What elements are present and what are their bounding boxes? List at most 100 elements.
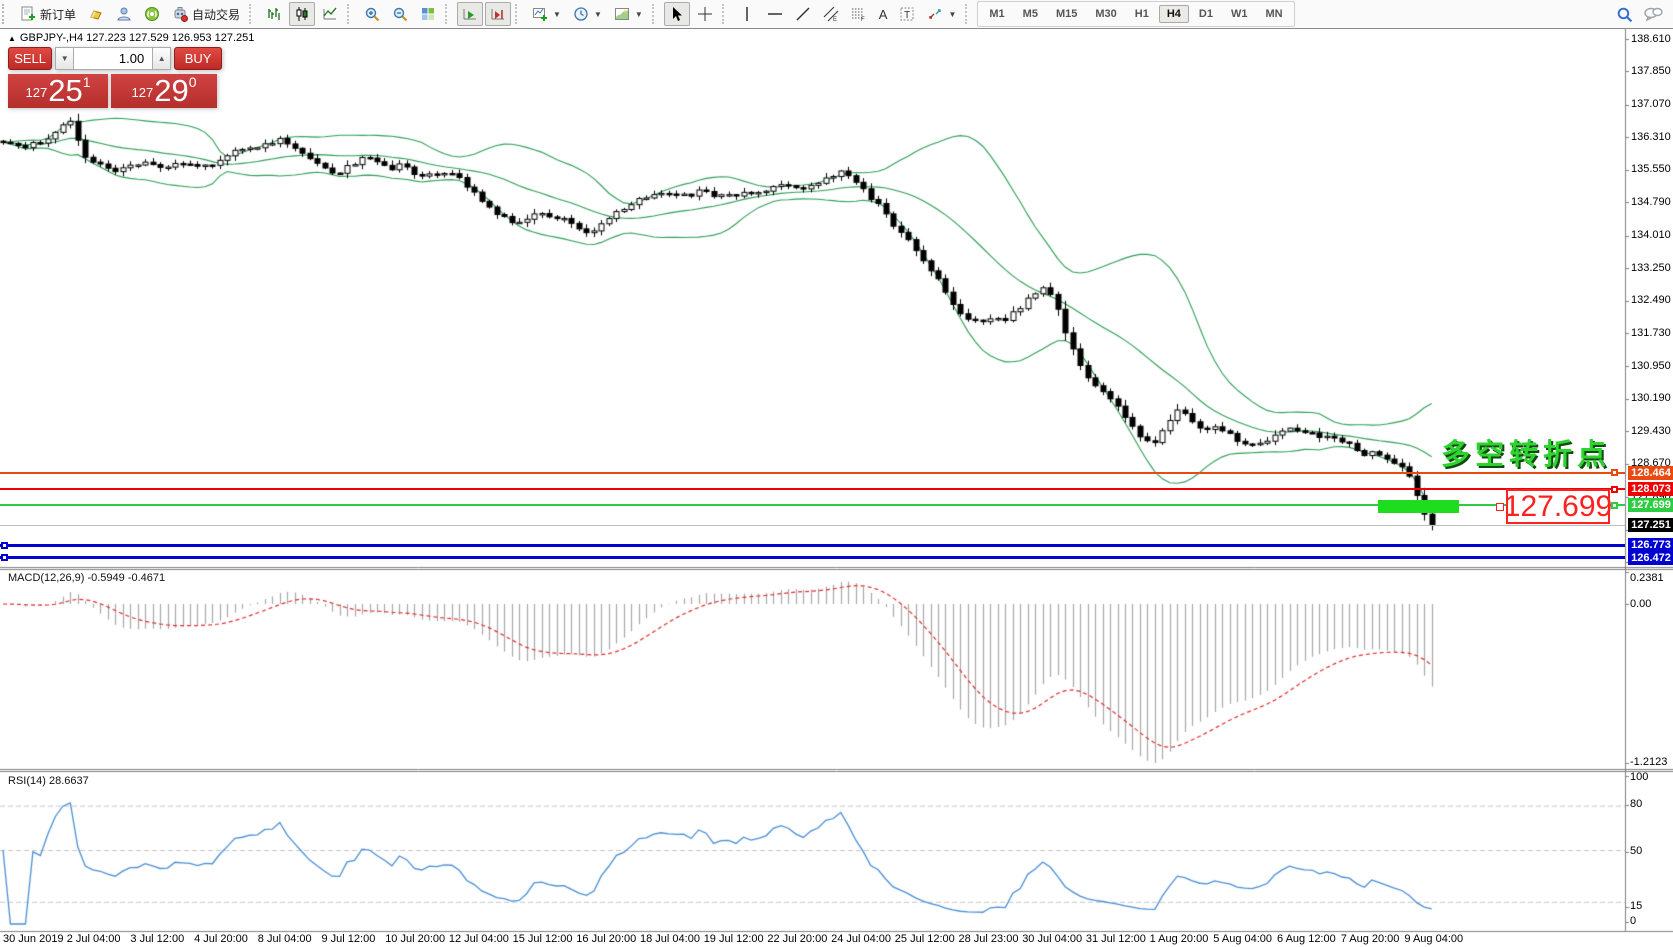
- bar-chart-icon: [266, 6, 282, 22]
- volume-stepper: ▼ 1.00 ▲: [55, 47, 171, 70]
- callout-anchor-handle[interactable]: [1496, 503, 1504, 511]
- rsi-scale-label: 0: [1630, 915, 1636, 927]
- line-chart-button[interactable]: [317, 2, 343, 26]
- auto-scroll-button[interactable]: [457, 2, 483, 26]
- text-label-icon: T: [899, 6, 915, 22]
- time-axis-label: 22 Jul 20:00: [767, 933, 827, 945]
- rsi-title: RSI(14) 28.6637: [8, 775, 89, 787]
- time-axis-label: 5 Aug 04:00: [1213, 933, 1272, 945]
- chart-annotation-text[interactable]: 多空转折点: [1441, 431, 1611, 473]
- price-tick-label: 129.430: [1631, 425, 1671, 437]
- sell-price-sup: 1: [83, 75, 91, 89]
- toolbar: 新订单 自动交易: [0, 0, 1673, 29]
- buy-button[interactable]: BUY: [174, 47, 222, 70]
- buy-price-big: 29: [154, 75, 188, 106]
- horizontal-level-line[interactable]: [0, 556, 1625, 559]
- timeframe-w1[interactable]: W1: [1223, 5, 1256, 23]
- vertical-line-tool[interactable]: [734, 2, 760, 26]
- line-handle[interactable]: [1, 554, 8, 561]
- horizontal-level-line[interactable]: [0, 472, 1625, 474]
- price-tick-label: 137.850: [1631, 65, 1671, 77]
- arrows-icon: [927, 6, 943, 22]
- search-icon[interactable]: [1616, 6, 1633, 23]
- collapse-panel-icon[interactable]: ▲: [8, 34, 16, 43]
- auto-scroll-icon: [462, 6, 478, 22]
- data-window-button[interactable]: [111, 2, 137, 26]
- timeframe-d1[interactable]: D1: [1191, 5, 1221, 23]
- timeframe-m1[interactable]: M1: [981, 5, 1012, 23]
- new-order-button[interactable]: 新订单: [15, 2, 81, 26]
- price-tick-label: 134.790: [1631, 196, 1671, 208]
- volume-input[interactable]: 1.00: [74, 47, 152, 70]
- highlight-rectangle[interactable]: [1378, 500, 1459, 513]
- text-label-tool[interactable]: T: [894, 2, 920, 26]
- autotrading-button[interactable]: 自动交易: [167, 2, 245, 26]
- line-chart-icon: [322, 6, 338, 22]
- trendline-icon: [795, 6, 811, 22]
- text-tool[interactable]: A: [874, 2, 893, 26]
- fibonacci-tool[interactable]: F: [846, 2, 872, 26]
- rsi-scale-label: 100: [1630, 771, 1648, 783]
- time-axis-label: 18 Jul 04:00: [640, 933, 700, 945]
- sell-price-big: 25: [48, 75, 82, 106]
- sell-button[interactable]: SELL: [8, 47, 52, 70]
- timeframe-m5[interactable]: M5: [1015, 5, 1046, 23]
- market-watch-button[interactable]: [83, 2, 109, 26]
- symbol-info: ▲GBPJPY-,H4 127.223 127.529 126.953 127.…: [8, 32, 254, 44]
- dropdown-caret: ▼: [948, 10, 956, 19]
- level-price-label: 126.472: [1628, 551, 1673, 565]
- toolbar-grip[interactable]: [2, 4, 11, 24]
- timeframe-mn[interactable]: MN: [1257, 5, 1290, 23]
- text-tool-glyph: A: [879, 7, 888, 22]
- indicators-button[interactable]: ▼: [527, 2, 566, 26]
- horizontal-level-line[interactable]: [0, 488, 1625, 490]
- dropdown-caret: ▼: [594, 10, 602, 19]
- buy-price-box[interactable]: 127290: [111, 74, 217, 108]
- chat-icon[interactable]: [1643, 6, 1663, 22]
- new-order-icon: [20, 6, 36, 22]
- crosshair-tool-button[interactable]: [692, 2, 718, 26]
- zoom-out-button[interactable]: [387, 2, 413, 26]
- equidistant-channel-tool[interactable]: E: [818, 2, 844, 26]
- fibonacci-icon: F: [851, 6, 867, 22]
- current-price-line: [0, 525, 1625, 526]
- dropdown-caret: ▼: [635, 10, 643, 19]
- cursor-tool-button[interactable]: [664, 2, 690, 26]
- trendline-tool[interactable]: [790, 2, 816, 26]
- indicators-icon: [532, 6, 548, 22]
- zoom-in-button[interactable]: [359, 2, 385, 26]
- chart-shift-button[interactable]: [485, 2, 511, 26]
- timeframe-h4[interactable]: H4: [1159, 5, 1189, 23]
- templates-button[interactable]: ▼: [609, 2, 648, 26]
- volume-decrease-button[interactable]: ▼: [55, 47, 74, 70]
- bar-chart-button[interactable]: [261, 2, 287, 26]
- chart-shift-icon: [490, 6, 506, 22]
- vertical-line-icon: [739, 6, 755, 22]
- arrows-tool[interactable]: ▼: [922, 2, 961, 26]
- volume-increase-button[interactable]: ▲: [152, 47, 171, 70]
- signals-button[interactable]: [139, 2, 165, 26]
- tile-windows-icon: [420, 6, 436, 22]
- line-handle[interactable]: [1611, 469, 1618, 476]
- horizontal-level-line[interactable]: [0, 544, 1625, 547]
- periods-button[interactable]: ▼: [568, 2, 607, 26]
- timeframe-m30[interactable]: M30: [1087, 5, 1124, 23]
- dropdown-caret: ▼: [553, 10, 561, 19]
- time-axis-label: 3 Jul 12:00: [130, 933, 184, 945]
- line-handle[interactable]: [1, 542, 8, 549]
- template-icon: [614, 6, 630, 22]
- time-axis-label: 30 Jul 04:00: [1022, 933, 1082, 945]
- tile-windows-button[interactable]: [415, 2, 441, 26]
- timeframe-h1[interactable]: H1: [1127, 5, 1157, 23]
- time-axis-label: 9 Aug 04:00: [1404, 933, 1463, 945]
- time-axis-label: 31 Jul 12:00: [1086, 933, 1146, 945]
- sell-price-box[interactable]: 127251: [8, 74, 108, 108]
- timeframe-m15[interactable]: M15: [1048, 5, 1085, 23]
- price-callout-label[interactable]: 127.699: [1506, 489, 1610, 524]
- horizontal-line-tool[interactable]: [762, 2, 788, 26]
- time-axis-label: 30 Jun 2019: [3, 933, 64, 945]
- candlestick-chart-button[interactable]: [289, 2, 315, 26]
- clock-icon: [573, 6, 589, 22]
- price-tick-label: 138.610: [1631, 33, 1671, 45]
- svg-text:F: F: [861, 17, 865, 22]
